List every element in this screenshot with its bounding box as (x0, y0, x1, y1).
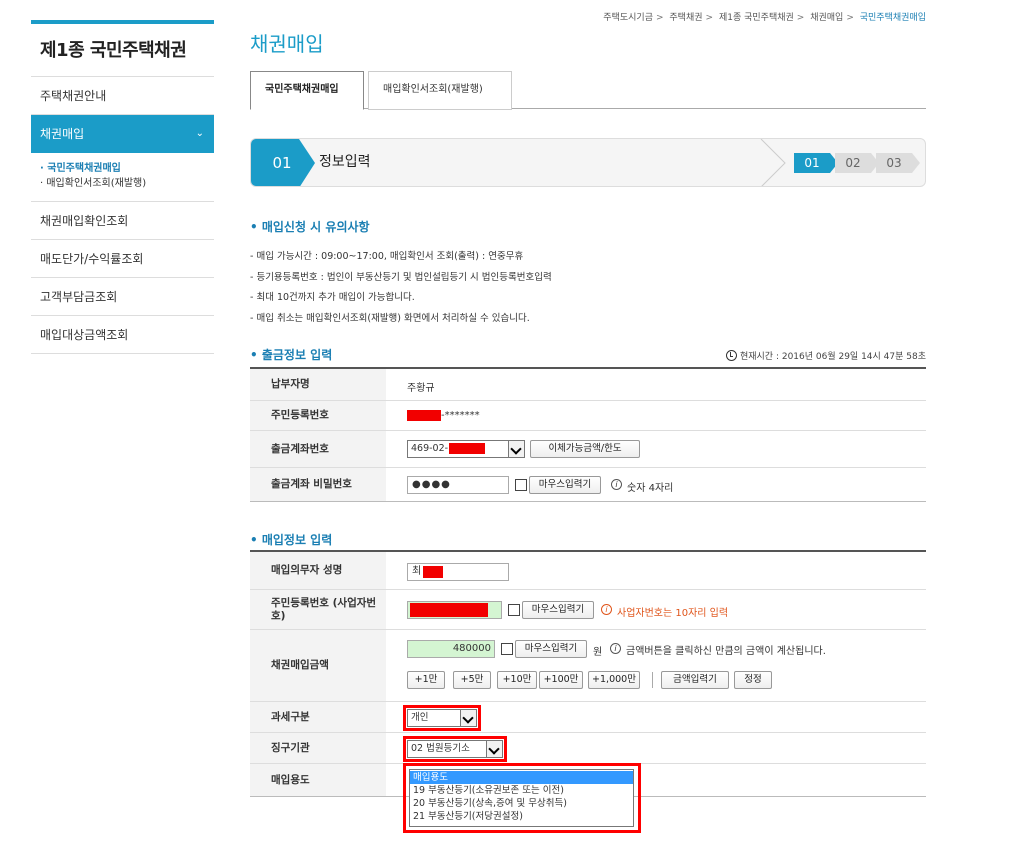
chevron-down-icon (508, 441, 524, 457)
form-row-amount: 채권매입금액 480000 마우스입력기 원 i 금액버튼을 클릭하신 만큼의 … (250, 630, 926, 702)
mouse-input-checkbox[interactable] (501, 643, 513, 655)
sidebar-item-bond-purchase[interactable]: 채권매입 ⌄ (31, 115, 214, 153)
notice-line: - 등기용등록번호 : 법인이 부동산등기 및 법인설립등기 시 법인등록번호입… (250, 271, 552, 283)
tab-purchase-confirmation[interactable]: 매입확인서조회(재발행) (368, 71, 512, 110)
notice-line: - 최대 10건까지 추가 매입이 가능합니다. (250, 292, 415, 303)
transfer-limit-button[interactable]: 이체가능금액/한도 (530, 440, 640, 458)
amount-hint: 금액버튼을 클릭하신 만큼의 금액이 계산됩니다. (626, 646, 826, 657)
sidebar-item-purchase-check[interactable]: 채권매입확인조회 (31, 202, 214, 240)
amount-unit: 원 (593, 647, 603, 658)
reset-button[interactable]: 정정 (734, 671, 772, 689)
redacted-block (407, 410, 441, 421)
rrn-masked-value: -******* (441, 410, 480, 421)
add-10k-button[interactable]: +1만 (407, 671, 445, 689)
redacted-block (449, 443, 485, 454)
highlight-box (403, 705, 481, 731)
notice-title: • 매입신청 시 유의사항 (250, 220, 370, 234)
highlight-box (403, 736, 507, 762)
form-row-tax: 과세구분 개인 (250, 702, 926, 733)
breadcrumb-item[interactable]: 채권매입 (810, 13, 843, 23)
sidebar-title: 제1종 국민주택채권 (31, 24, 214, 77)
mouse-input-button[interactable]: 마우스입력기 (515, 640, 587, 658)
add-50k-button[interactable]: +5만 (453, 671, 491, 689)
info-icon: i (601, 604, 612, 615)
sidebar-subitem-purchase-confirmation[interactable]: · 매입확인서조회(재발행) (40, 176, 214, 191)
payer-value: 주황규 (407, 383, 435, 394)
account-prefix: 469-02- (411, 443, 449, 454)
tab-national-housing-bond[interactable]: 국민주택채권매입 (250, 71, 364, 110)
current-time: 현재시간 : 2016년 06월 29일 14시 47분 58초 (725, 349, 926, 362)
sidebar-item-target-amount[interactable]: 매입대상금액조회 (31, 316, 214, 354)
agency-label: 징구기관 (250, 733, 386, 763)
sidebar-subitem-national-housing-bond[interactable]: · 국민주택채권매입 (40, 161, 214, 176)
redacted-block (423, 566, 443, 578)
add-10m-button[interactable]: +1,000만 (588, 671, 640, 689)
step-current-label: 정보입력 (319, 154, 371, 170)
purchase-section-title: • 매입정보 입력 (250, 533, 333, 547)
breadcrumb-item[interactable]: 주택도시기금 (603, 13, 653, 23)
step-chip-2: 02 (835, 153, 879, 173)
notice-line: - 매입 가능시간 : 09:00~17:00, 매입확인서 조회(출력) : … (250, 251, 524, 262)
step-divider-chevron (760, 139, 786, 186)
amount-label: 채권매입금액 (250, 630, 386, 701)
payer-label: 납부자명 (250, 369, 386, 400)
purchase-form: 매입의무자 성명 최 주민등록번호 (사업자번호) 마우스입력기 i 사업자번호… (250, 550, 926, 797)
purchaser-name-label: 매입의무자 성명 (250, 552, 386, 589)
form-row-password: 출금계좌 비밀번호 ●●●● 마우스입력기 i 숫자 4자리 (250, 468, 926, 501)
step-indicator: 01 정보입력 01 02 03 (250, 138, 926, 187)
step-chip-3: 03 (876, 153, 920, 173)
add-1m-button[interactable]: +100만 (539, 671, 583, 689)
mouse-input-button[interactable]: 마우스입력기 (529, 476, 601, 494)
breadcrumb: 주택도시기금 > 주택채권 > 제1종 국민주택채권 > 채권매입 > 국민주택채권매입 (603, 13, 926, 23)
sidebar: 제1종 국민주택채권 주택채권안내 채권매입 ⌄ · 국민주택채권매입 · 매입… (31, 20, 214, 354)
info-icon: i (610, 643, 621, 654)
button-divider (652, 672, 653, 688)
form-row-payer: 납부자명 주황규 (250, 369, 926, 401)
sidebar-item-customer-charge[interactable]: 고객부담금조회 (31, 278, 214, 316)
clock-icon (725, 350, 737, 361)
withdraw-form: 납부자명 주황규 주민등록번호 -******* 469-02- 이체가능금액/… (250, 367, 926, 502)
breadcrumb-item[interactable]: 주택채권 (669, 13, 702, 23)
sidebar-item-sell-price[interactable]: 매도단가/수익률조회 (31, 240, 214, 278)
info-icon: i (611, 479, 622, 490)
password-label: 출금계좌 비밀번호 (250, 468, 386, 501)
chevron-down-icon: ⌄ (195, 128, 204, 139)
password-hint: 숫자 4자리 (627, 483, 674, 494)
add-100k-button[interactable]: +10만 (497, 671, 537, 689)
purchaser-rrn-label: 주민등록번호 (사업자번호) (250, 590, 386, 629)
form-row-rrn: 주민등록번호 -******* (250, 401, 926, 431)
usage-label: 매입용도 (250, 764, 386, 796)
biz-number-hint: 사업자번호는 10자리 입력 (617, 608, 729, 619)
redacted-block (410, 603, 488, 617)
notice-list: - 매입 가능시간 : 09:00~17:00, 매입확인서 조회(출력) : … (250, 247, 552, 329)
form-row-purchaser-rrn: 주민등록번호 (사업자번호) 마우스입력기 i 사업자번호는 10자리 입력 (250, 590, 926, 630)
notice-line: - 매입 취소는 매입확인서조회(재발행) 화면에서 처리하실 수 있습니다. (250, 312, 530, 324)
form-row-purchaser-name: 매입의무자 성명 최 (250, 552, 926, 590)
current-time-text: 현재시간 : 2016년 06월 29일 14시 47분 58초 (739, 352, 926, 362)
withdraw-section-title: • 출금정보 입력 (250, 348, 333, 362)
breadcrumb-item[interactable]: 제1종 국민주택채권 (719, 13, 794, 23)
mouse-input-button[interactable]: 마우스입력기 (522, 601, 594, 619)
amount-input[interactable]: 480000 (407, 640, 495, 658)
form-row-account: 469-02- 이체가능금액/한도 출금계좌번호 (250, 431, 926, 468)
account-label: 출금계좌번호 (250, 431, 386, 467)
sidebar-submenu: · 국민주택채권매입 · 매입확인서조회(재발행) (31, 153, 214, 202)
highlight-box (403, 763, 641, 833)
sidebar-item-housing-bond-guide[interactable]: 주택채권안내 (31, 77, 214, 115)
mouse-input-checkbox[interactable] (508, 604, 520, 616)
breadcrumb-current: 국민주택채권매입 (859, 13, 926, 23)
password-input[interactable]: ●●●● (407, 476, 509, 494)
tab-bar: 국민주택채권매입 매입확인서조회(재발행) (250, 71, 926, 110)
rrn-label: 주민등록번호 (250, 401, 386, 430)
sidebar-item-label: 채권매입 (40, 127, 85, 141)
mouse-input-checkbox[interactable] (515, 479, 527, 491)
form-row-agency: 징구기관 02 법원등기소 (250, 733, 926, 764)
step-current-number: 01 (251, 139, 299, 186)
step-chip-1: 01 (794, 153, 838, 173)
amount-input-button[interactable]: 금액입력기 (661, 671, 729, 689)
tax-label: 과세구분 (250, 702, 386, 732)
page-title: 채권매입 (250, 32, 324, 56)
step-arrow (299, 139, 315, 186)
